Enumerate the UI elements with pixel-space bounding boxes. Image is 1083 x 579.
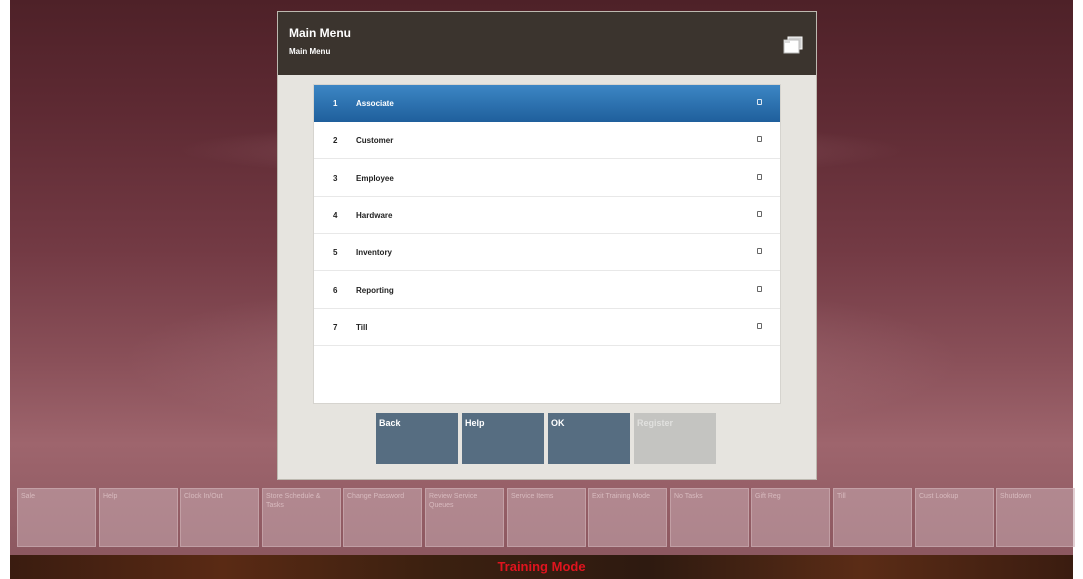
menu-item-label: Customer	[356, 136, 394, 145]
status-bar: Training Mode	[10, 555, 1073, 579]
function-key-bar: Sale Help Clock In/Out Store Schedule & Tas…	[17, 488, 1075, 547]
menu-item-number: 7	[333, 323, 338, 332]
menu-item-number: 4	[333, 211, 338, 220]
submenu-icon	[757, 99, 762, 105]
menu-item-employee[interactable]: 3 Employee	[314, 160, 780, 197]
menu-item-number: 3	[333, 174, 338, 183]
dialog-subtitle: Main Menu	[289, 47, 331, 56]
folders-icon	[783, 36, 803, 54]
menu-item-number: 5	[333, 248, 338, 257]
menu-item-till[interactable]: 7 Till	[314, 309, 780, 346]
ok-button[interactable]: OK	[548, 413, 630, 464]
function-key-13[interactable]: Shutdown	[996, 488, 1075, 547]
menu-item-label: Employee	[356, 174, 394, 183]
left-border	[0, 0, 10, 579]
dialog-title: Main Menu	[289, 26, 351, 40]
menu-item-reporting[interactable]: 6 Reporting	[314, 272, 780, 309]
menu-item-label: Inventory	[356, 248, 393, 257]
menu-item-number: 6	[333, 286, 338, 295]
function-key-8[interactable]: Exit Training Mode	[588, 488, 667, 547]
submenu-icon	[757, 174, 762, 180]
submenu-icon	[757, 248, 762, 254]
pos-screen: Main Menu Main Menu 1 Associate 2 Customer 3…	[0, 0, 1083, 579]
main-menu-dialog: Main Menu Main Menu 1 Associate 2 Customer 3…	[277, 11, 817, 480]
menu-item-number: 2	[333, 136, 338, 145]
function-key-7[interactable]: Service Items	[507, 488, 586, 547]
function-key-1[interactable]: Sale	[17, 488, 96, 547]
function-key-2[interactable]: Help	[99, 488, 178, 547]
help-button[interactable]: Help	[462, 413, 544, 464]
menu-list: 1 Associate 2 Customer 3 Employee 4 Hardware 5 In…	[313, 84, 781, 404]
function-key-10[interactable]: Gift Reg	[751, 488, 830, 547]
training-mode-label: Training Mode	[497, 559, 586, 574]
menu-item-label: Associate	[356, 99, 394, 108]
function-key-9[interactable]: No Tasks	[670, 488, 749, 547]
menu-item-label: Hardware	[356, 211, 393, 220]
menu-item-label: Reporting	[356, 286, 394, 295]
submenu-icon	[757, 323, 762, 329]
dialog-header: Main Menu Main Menu	[278, 12, 816, 75]
menu-item-inventory[interactable]: 5 Inventory	[314, 234, 780, 271]
function-key-3[interactable]: Clock In/Out	[180, 488, 259, 547]
function-key-11[interactable]: Till	[833, 488, 912, 547]
back-button[interactable]: Back	[376, 413, 458, 464]
menu-item-customer[interactable]: 2 Customer	[314, 122, 780, 159]
register-button[interactable]: Register	[634, 413, 716, 464]
menu-item-number: 1	[333, 99, 338, 108]
menu-item-hardware[interactable]: 4 Hardware	[314, 197, 780, 234]
menu-item-associate[interactable]: 1 Associate	[314, 85, 780, 122]
menu-item-label: Till	[356, 323, 368, 332]
function-key-12[interactable]: Cust Lookup	[915, 488, 994, 547]
submenu-icon	[757, 286, 762, 292]
function-key-4[interactable]: Store Schedule & Tasks	[262, 488, 341, 547]
function-key-5[interactable]: Change Password	[343, 488, 422, 547]
submenu-icon	[757, 211, 762, 217]
function-key-6[interactable]: Review Service Queues	[425, 488, 504, 547]
submenu-icon	[757, 136, 762, 142]
